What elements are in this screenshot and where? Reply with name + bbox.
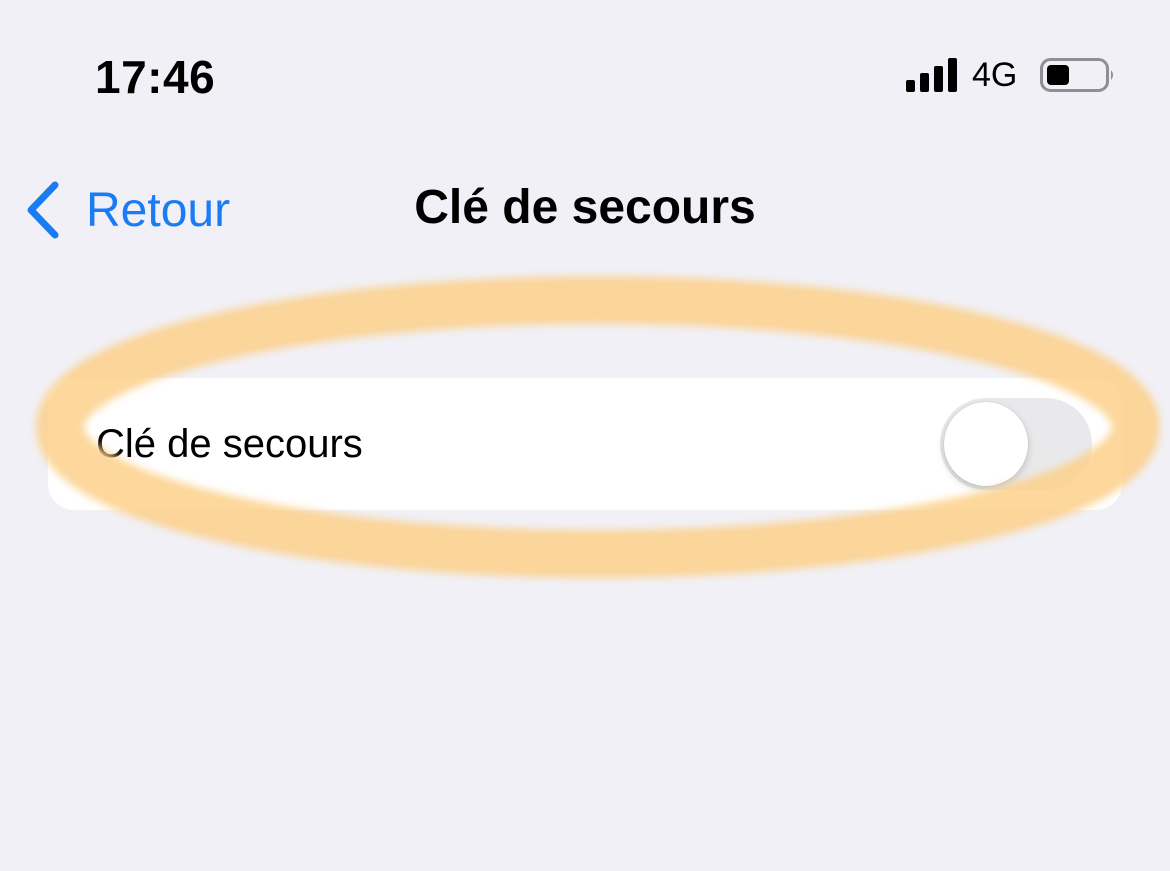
page-title-text: Clé de secours <box>414 181 756 234</box>
settings-group: Clé de secours <box>48 378 1122 510</box>
signal-bars-icon <box>906 58 957 92</box>
recovery-key-toggle[interactable] <box>940 398 1092 490</box>
toggle-knob <box>944 402 1028 486</box>
setting-row-label: Clé de secours <box>96 422 363 466</box>
network-type: 4G <box>972 56 1018 94</box>
battery-low-icon <box>1040 58 1113 92</box>
navigation-bar: Retour Clé de secours <box>0 150 1170 270</box>
status-time: 17:46 <box>95 51 216 103</box>
page-title: Clé de secours <box>0 180 1170 235</box>
status-bar: 17:46 4G <box>0 0 1170 140</box>
